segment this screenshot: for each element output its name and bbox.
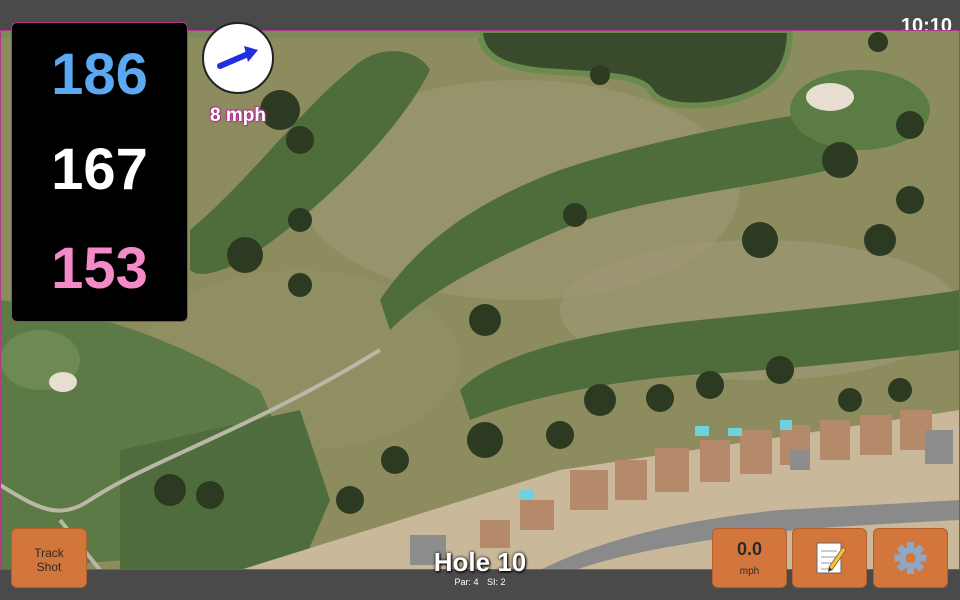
- track-shot-label-line1: Track: [34, 546, 64, 560]
- hole-title: Hole 10: [433, 547, 527, 577]
- wind-speed-label: 8 mph: [210, 105, 266, 126]
- distance-front: 153: [51, 236, 148, 301]
- distance-back: 186: [51, 42, 148, 107]
- track-shot-button[interactable]: Track Shot: [11, 528, 87, 588]
- wind-readout-unit: mph: [739, 566, 760, 577]
- wind-direction-arrow-icon: [217, 46, 258, 69]
- hole-si: SI: 2: [487, 577, 506, 587]
- hole-par: Par: 4: [454, 577, 479, 587]
- wind-readout-value: 0.0: [736, 539, 763, 559]
- notepad-icon: [816, 542, 847, 574]
- settings-button[interactable]: [873, 528, 948, 588]
- notes-button[interactable]: [792, 528, 867, 588]
- wind-indicator: [202, 22, 274, 94]
- distance-middle: 167: [51, 137, 148, 202]
- gear-icon: [894, 542, 927, 574]
- distance-panel: 186 167 153: [11, 22, 188, 322]
- wind-readout-button[interactable]: 0.0 mph: [712, 528, 787, 588]
- track-shot-label-line2: Shot: [36, 560, 62, 574]
- hole-info: Par: 4 SI: 2: [380, 577, 580, 587]
